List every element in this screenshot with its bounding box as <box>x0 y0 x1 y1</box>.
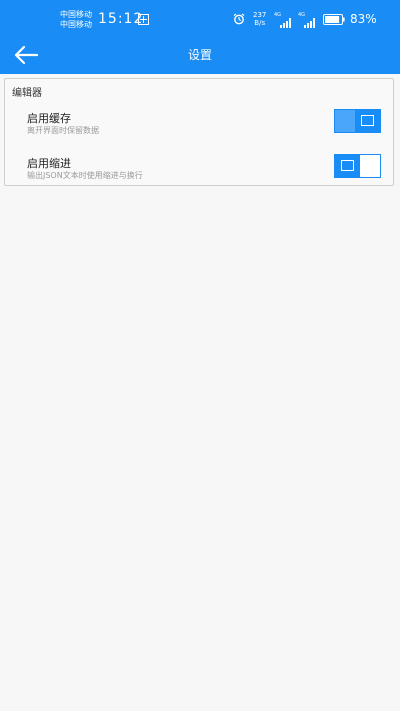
status-time: 15:12 <box>98 11 144 27</box>
setting-description: 离开界面时保留数据 <box>27 126 99 135</box>
page-title: 设置 <box>187 48 212 62</box>
app-bar: 设置 <box>0 36 400 74</box>
editor-settings-card: 编辑器 启用缓存 离开界面时保留数据 启用缩进 输出JSON文本时使用缩进与换行 <box>4 78 394 186</box>
carrier-label-1: 中国移动 <box>60 10 92 19</box>
setting-title: 启用缓存 <box>27 112 71 125</box>
signal-tag-2: 4G <box>298 12 306 18</box>
setting-row-cache[interactable]: 启用缓存 离开界面时保留数据 <box>5 107 393 141</box>
signal-icon: 4G <box>298 12 318 28</box>
toggle-thumb <box>335 155 360 177</box>
toggle-thumb <box>355 110 380 132</box>
battery-icon <box>323 14 345 25</box>
indent-toggle[interactable] <box>334 154 381 178</box>
carrier-label-2: 中国移动 <box>60 20 92 29</box>
grid-icon <box>138 14 149 25</box>
alarm-icon <box>233 13 245 25</box>
net-speed-value: 237 <box>253 11 267 19</box>
battery-fill <box>325 16 340 23</box>
battery-percent: 83% <box>350 12 377 26</box>
status-bar: 中国移动 中国移动 15:12 237 B/s 4G 4G 83% <box>0 0 400 36</box>
setting-row-indent[interactable]: 启用缩进 输出JSON文本时使用缩进与换行 <box>5 152 393 186</box>
setting-title: 启用缩进 <box>27 157 71 170</box>
setting-description: 输出JSON文本时使用缩进与换行 <box>27 171 143 180</box>
signal-icon: 4G <box>274 12 294 28</box>
signal-tag-1: 4G <box>274 12 282 18</box>
section-title: 编辑器 <box>12 88 42 99</box>
net-speed: 237 B/s <box>253 11 266 27</box>
carrier-info: 中国移动 中国移动 <box>60 10 92 30</box>
cache-toggle[interactable] <box>334 109 381 133</box>
net-speed-unit: B/s <box>254 19 266 27</box>
